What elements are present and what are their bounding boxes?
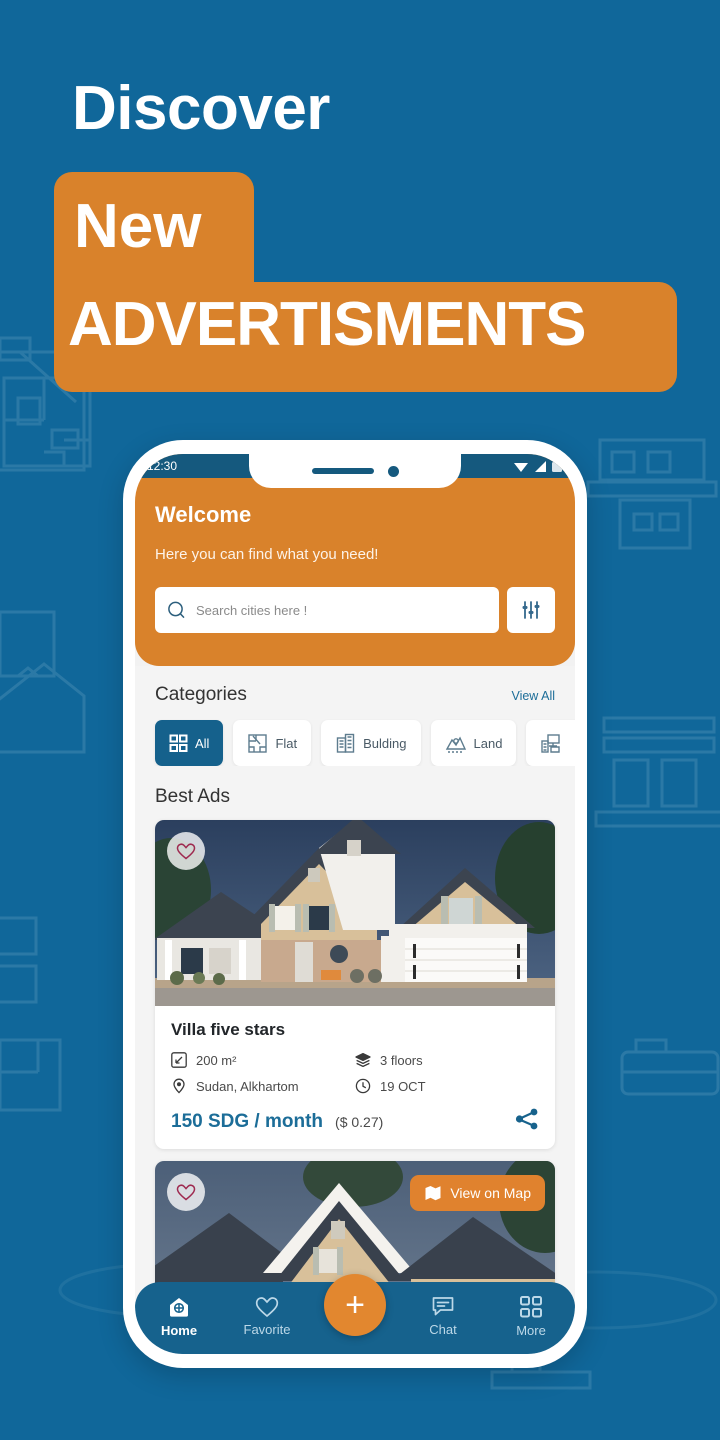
nav-label: Chat xyxy=(429,1322,457,1337)
office-icon xyxy=(541,733,561,753)
ad-card[interactable]: Villa five stars 200 m² 3 floors Sudan, … xyxy=(155,820,555,1149)
add-button[interactable]: + xyxy=(324,1274,386,1336)
category-label: Land xyxy=(473,735,503,751)
signal-icon xyxy=(535,460,546,472)
battery-icon xyxy=(552,461,562,472)
ad-location-label: Sudan, Alkhartom xyxy=(196,1078,299,1094)
categories-row[interactable]: All Flat Bulding Land xyxy=(135,706,575,766)
category-chip-land[interactable]: Land xyxy=(430,720,517,766)
heart-icon xyxy=(255,1297,279,1318)
ad-area-label: 200 m² xyxy=(196,1052,237,1068)
search-input[interactable]: Search cities here ! xyxy=(155,587,499,633)
area-resize-icon xyxy=(171,1052,187,1068)
category-chip-flat[interactable]: Flat xyxy=(233,720,312,766)
category-label: All xyxy=(195,735,210,751)
search-row: Search cities here ! xyxy=(155,587,555,633)
grid-icon xyxy=(169,734,188,752)
ad-title: Villa five stars xyxy=(171,1020,286,1039)
status-time: 12:30 xyxy=(147,459,178,473)
nav-label: Favorite xyxy=(243,1322,291,1337)
welcome-title: Welcome xyxy=(155,502,252,527)
plus-icon: + xyxy=(345,1286,365,1324)
view-all-link[interactable]: View All xyxy=(511,689,555,703)
ad-price: 150 SDG / month xyxy=(171,1110,324,1132)
promo-line-discover: Discover xyxy=(72,74,330,143)
ad-card-body: Villa five stars 200 m² 3 floors Sudan, … xyxy=(155,1006,555,1149)
building-icon xyxy=(336,733,355,753)
search-icon xyxy=(168,601,185,618)
ad-date-label: 19 OCT xyxy=(380,1078,426,1094)
map-pin-icon xyxy=(173,1078,185,1094)
house-photo xyxy=(155,820,555,1006)
phone-notch xyxy=(249,454,461,488)
ad-date: 19 OCT xyxy=(355,1078,539,1094)
front-camera xyxy=(387,465,399,477)
favorite-button[interactable] xyxy=(167,1173,205,1211)
ad-card-image xyxy=(155,820,555,1006)
best-ads-title: Best Ads xyxy=(155,786,230,807)
filter-sliders-icon xyxy=(522,601,540,619)
phone-screen: 12:30 Welcome Here you can find what you… xyxy=(135,454,575,1354)
grid-icon xyxy=(520,1295,542,1317)
nav-item-chat[interactable]: Chat xyxy=(408,1295,478,1337)
floorplan-icon xyxy=(248,733,268,753)
search-placeholder: Search cities here ! xyxy=(196,602,308,618)
wifi-icon xyxy=(514,462,528,472)
heart-icon xyxy=(176,843,196,860)
ad-floors: 3 floors xyxy=(355,1052,539,1068)
favorite-button[interactable] xyxy=(167,832,205,870)
share-button[interactable] xyxy=(515,1108,539,1135)
chat-icon xyxy=(432,1297,454,1316)
earpiece-speaker xyxy=(311,468,374,474)
phone-frame: 12:30 Welcome Here you can find what you… xyxy=(123,440,587,1368)
categories-title: Categories xyxy=(155,684,247,705)
category-label: Flat xyxy=(275,735,298,751)
map-folded-icon xyxy=(425,1186,441,1201)
welcome-subtitle: Here you can find what you need! xyxy=(155,546,379,563)
share-icon xyxy=(515,1108,538,1130)
home-icon xyxy=(170,1297,188,1317)
nav-item-home[interactable]: Home xyxy=(144,1295,214,1338)
view-on-map-button[interactable]: View on Map xyxy=(410,1175,545,1211)
app-content: Categories View All All Flat Bulding Lan… xyxy=(135,666,575,1354)
nav-item-more[interactable]: More xyxy=(496,1295,566,1338)
filter-button[interactable] xyxy=(507,587,555,633)
nav-label: Home xyxy=(160,1322,198,1338)
view-on-map-label: View on Map xyxy=(450,1185,531,1201)
ad-area: 200 m² xyxy=(171,1052,355,1068)
heart-icon xyxy=(176,1184,196,1201)
land-pin-icon xyxy=(445,735,466,753)
category-label: Bulding xyxy=(363,735,407,751)
nav-item-favorite[interactable]: Favorite xyxy=(232,1295,302,1337)
category-chip-all[interactable]: All xyxy=(155,720,224,766)
ad-location: Sudan, Alkhartom xyxy=(171,1078,355,1094)
ad-meta-grid: 200 m² 3 floors Sudan, Alkhartom 19 OCT xyxy=(171,1052,539,1094)
ad-floors-label: 3 floors xyxy=(380,1052,423,1068)
ad-price-row: 150 SDG / month ($ 0.27) xyxy=(171,1108,539,1135)
promo-line-advertisments: ADVERTISMENTS xyxy=(68,290,586,359)
clock-icon xyxy=(355,1078,371,1094)
category-chip-office[interactable] xyxy=(526,720,575,766)
categories-header: Categories View All xyxy=(135,666,575,706)
category-chip-bulding[interactable]: Bulding xyxy=(321,720,421,766)
promo-line-new: New xyxy=(74,192,202,261)
nav-label: More xyxy=(516,1322,546,1338)
ad-price-converted: ($ 0.27) xyxy=(335,1113,384,1130)
layers-icon xyxy=(355,1052,371,1068)
